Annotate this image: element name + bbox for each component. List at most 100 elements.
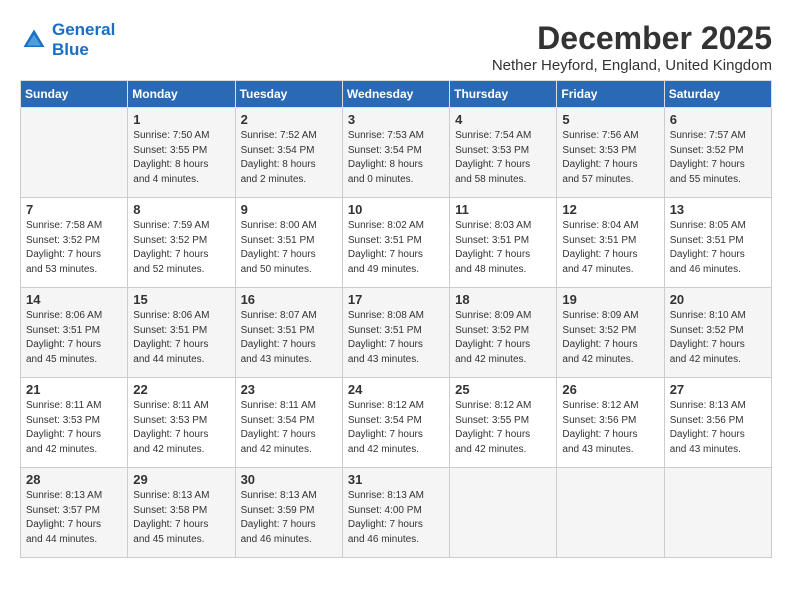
calendar-week-row: 28 Sunrise: 8:13 AMSunset: 3:57 PMDayligh… [21,468,772,558]
calendar-cell: 3 Sunrise: 7:53 AMSunset: 3:54 PMDaylight… [342,108,449,198]
day-number: 27 [670,382,766,397]
calendar-cell: 17 Sunrise: 8:08 AMSunset: 3:51 PMDayligh… [342,288,449,378]
calendar-cell: 18 Sunrise: 8:09 AMSunset: 3:52 PMDayligh… [450,288,557,378]
day-number: 10 [348,202,444,217]
day-number: 1 [133,112,229,127]
day-info: Sunrise: 7:58 AMSunset: 3:52 PMDaylight:… [26,219,122,277]
logo-text: General Blue [52,20,115,60]
day-number: 25 [455,382,551,397]
calendar-cell: 12Sunrise: 8:04 AMSunset: 3:51 PMDayligh… [557,198,664,288]
day-info: Sunrise: 8:13 AMSunset: 3:57 PMDaylight:… [26,489,122,547]
day-number: 3 [348,112,444,127]
day-info: Sunrise: 8:10 AMSunset: 3:52 PMDaylight:… [670,309,766,367]
day-info: Sunrise: 8:06 AMSunset: 3:51 PMDaylight:… [26,309,122,367]
calendar-cell: 7 Sunrise: 7:58 AMSunset: 3:52 PMDaylight… [21,198,128,288]
calendar-header-row: SundayMondayTuesdayWednesdayThursdayFrid… [21,81,772,108]
calendar-cell: 6Sunrise: 7:57 AMSunset: 3:52 PMDaylight… [664,108,771,198]
day-info: Sunrise: 8:09 AMSunset: 3:52 PMDaylight:… [455,309,551,367]
calendar-cell: 19Sunrise: 8:09 AMSunset: 3:52 PMDayligh… [557,288,664,378]
day-info: Sunrise: 8:08 AMSunset: 3:51 PMDaylight:… [348,309,444,367]
day-number: 8 [133,202,229,217]
day-number: 28 [26,472,122,487]
calendar-header-cell: Tuesday [235,81,342,108]
calendar-table: SundayMondayTuesdayWednesdayThursdayFrid… [20,80,772,558]
calendar-cell: 30 Sunrise: 8:13 AMSunset: 3:59 PMDayligh… [235,468,342,558]
calendar-cell: 15 Sunrise: 8:06 AMSunset: 3:51 PMDayligh… [128,288,235,378]
day-info: Sunrise: 8:07 AMSunset: 3:51 PMDaylight:… [241,309,337,367]
day-number: 29 [133,472,229,487]
calendar-cell: 31 Sunrise: 8:13 AMSunset: 4:00 PMDayligh… [342,468,449,558]
day-info: Sunrise: 8:13 AMSunset: 3:58 PMDaylight:… [133,489,229,547]
day-number: 14 [26,292,122,307]
calendar-cell: 21 Sunrise: 8:11 AMSunset: 3:53 PMDayligh… [21,378,128,468]
day-number: 7 [26,202,122,217]
day-info: Sunrise: 7:52 AMSunset: 3:54 PMDaylight:… [241,129,337,187]
day-number: 15 [133,292,229,307]
day-info: Sunrise: 8:09 AMSunset: 3:52 PMDaylight:… [562,309,658,367]
day-number: 24 [348,382,444,397]
day-info: Sunrise: 8:12 AMSunset: 3:54 PMDaylight:… [348,399,444,457]
page-header: General Blue December 2025 Nether Heyfor… [20,20,772,74]
calendar-header-cell: Sunday [21,81,128,108]
logo-icon [20,26,48,54]
day-number: 4 [455,112,551,127]
calendar-week-row: 7 Sunrise: 7:58 AMSunset: 3:52 PMDaylight… [21,198,772,288]
calendar-cell: 23 Sunrise: 8:11 AMSunset: 3:54 PMDayligh… [235,378,342,468]
day-number: 9 [241,202,337,217]
calendar-cell [557,468,664,558]
day-number: 31 [348,472,444,487]
calendar-header-cell: Monday [128,81,235,108]
calendar-week-row: 14 Sunrise: 8:06 AMSunset: 3:51 PMDayligh… [21,288,772,378]
calendar-header-cell: Wednesday [342,81,449,108]
day-info: Sunrise: 8:06 AMSunset: 3:51 PMDaylight:… [133,309,229,367]
calendar-cell: 25 Sunrise: 8:12 AMSunset: 3:55 PMDayligh… [450,378,557,468]
calendar-cell: 2Sunrise: 7:52 AMSunset: 3:54 PMDaylight… [235,108,342,198]
day-info: Sunrise: 8:05 AMSunset: 3:51 PMDaylight:… [670,219,766,277]
day-number: 16 [241,292,337,307]
day-number: 20 [670,292,766,307]
day-info: Sunrise: 8:11 AMSunset: 3:53 PMDaylight:… [133,399,229,457]
day-number: 17 [348,292,444,307]
day-info: Sunrise: 8:13 AMSunset: 3:56 PMDaylight:… [670,399,766,457]
day-number: 18 [455,292,551,307]
day-info: Sunrise: 8:13 AMSunset: 3:59 PMDaylight:… [241,489,337,547]
day-info: Sunrise: 7:56 AMSunset: 3:53 PMDaylight:… [562,129,658,187]
calendar-cell: 5 Sunrise: 7:56 AMSunset: 3:53 PMDaylight… [557,108,664,198]
calendar-cell [21,108,128,198]
day-info: Sunrise: 8:02 AMSunset: 3:51 PMDaylight:… [348,219,444,277]
day-number: 6 [670,112,766,127]
day-number: 13 [670,202,766,217]
month-title: December 2025 [492,20,772,57]
day-info: Sunrise: 8:00 AMSunset: 3:51 PMDaylight:… [241,219,337,277]
day-number: 22 [133,382,229,397]
logo: General Blue [20,20,115,60]
calendar-cell: 11Sunrise: 8:03 AMSunset: 3:51 PMDayligh… [450,198,557,288]
day-number: 30 [241,472,337,487]
day-number: 26 [562,382,658,397]
day-info: Sunrise: 8:13 AMSunset: 4:00 PMDaylight:… [348,489,444,547]
day-info: Sunrise: 8:11 AMSunset: 3:53 PMDaylight:… [26,399,122,457]
calendar-cell: 24 Sunrise: 8:12 AMSunset: 3:54 PMDayligh… [342,378,449,468]
day-number: 21 [26,382,122,397]
calendar-cell: 16 Sunrise: 8:07 AMSunset: 3:51 PMDayligh… [235,288,342,378]
calendar-cell: 9 Sunrise: 8:00 AMSunset: 3:51 PMDaylight… [235,198,342,288]
day-info: Sunrise: 8:03 AMSunset: 3:51 PMDaylight:… [455,219,551,277]
day-info: Sunrise: 7:54 AMSunset: 3:53 PMDaylight:… [455,129,551,187]
day-number: 5 [562,112,658,127]
calendar-week-row: 1Sunrise: 7:50 AMSunset: 3:55 PMDaylight… [21,108,772,198]
day-info: Sunrise: 7:59 AMSunset: 3:52 PMDaylight:… [133,219,229,277]
day-info: Sunrise: 8:11 AMSunset: 3:54 PMDaylight:… [241,399,337,457]
day-info: Sunrise: 8:12 AMSunset: 3:56 PMDaylight:… [562,399,658,457]
day-info: Sunrise: 7:53 AMSunset: 3:54 PMDaylight:… [348,129,444,187]
calendar-header-cell: Friday [557,81,664,108]
day-number: 12 [562,202,658,217]
calendar-cell: 27 Sunrise: 8:13 AMSunset: 3:56 PMDayligh… [664,378,771,468]
calendar-header-cell: Thursday [450,81,557,108]
calendar-cell: 28 Sunrise: 8:13 AMSunset: 3:57 PMDayligh… [21,468,128,558]
calendar-cell: 29 Sunrise: 8:13 AMSunset: 3:58 PMDayligh… [128,468,235,558]
day-info: Sunrise: 8:12 AMSunset: 3:55 PMDaylight:… [455,399,551,457]
calendar-cell [450,468,557,558]
calendar-cell [664,468,771,558]
title-area: December 2025 Nether Heyford, England, U… [492,20,772,74]
day-number: 23 [241,382,337,397]
